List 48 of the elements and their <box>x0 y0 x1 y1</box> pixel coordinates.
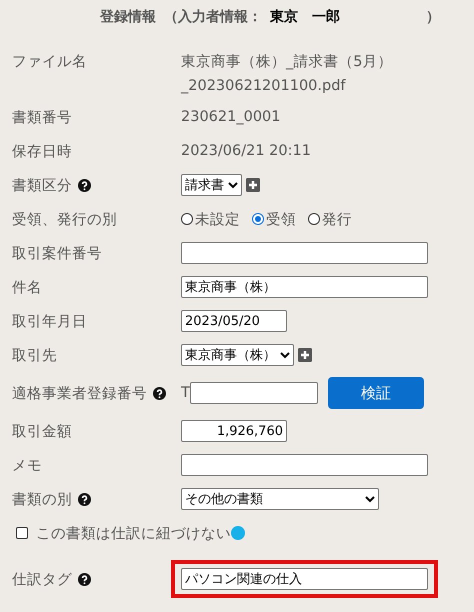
input-field[interactable] <box>181 242 428 264</box>
field-label: 取引年月日 <box>12 312 87 330</box>
help-icon[interactable] <box>78 178 91 192</box>
field-label: 件名 <box>12 278 42 296</box>
field-label: 受領、発行の別 <box>12 210 117 228</box>
field-label: 書類区分 <box>12 176 72 194</box>
field-value: 東京商事（株）_請求書（5月）_20230621201100.pdf <box>181 52 394 96</box>
input-field[interactable]: 東京商事（株） <box>181 276 428 298</box>
input-field[interactable]: 2023/05/20 <box>181 310 287 332</box>
input-field[interactable]: パソコン関連の仕入 <box>181 568 428 590</box>
field-label: 取引先 <box>12 346 57 364</box>
dropdown[interactable]: 請求書 <box>181 174 242 196</box>
caret-icon <box>365 496 375 502</box>
field-label: ファイル名 <box>12 53 87 72</box>
field-label: 書類の別 <box>12 490 72 508</box>
section-title: 登録情報 <box>100 8 156 26</box>
entry-user-label: （入力者情報： <box>164 8 262 26</box>
add-icon[interactable] <box>298 348 312 362</box>
field-label: 取引案件番号 <box>12 244 102 262</box>
field-value: 230621_0001 <box>181 109 281 125</box>
info-dot-icon[interactable] <box>231 526 245 540</box>
input-field[interactable]: 1,926,760 <box>181 420 287 442</box>
closing-bracket: ） <box>426 8 440 26</box>
field-label: 取引金額 <box>12 422 72 440</box>
add-icon[interactable] <box>246 178 260 192</box>
radio-option[interactable]: 発行 <box>308 210 352 228</box>
caret-icon <box>280 352 290 358</box>
prefix-label: T <box>181 385 190 401</box>
help-icon[interactable] <box>153 386 166 400</box>
user-name: 東京 一郎 <box>270 8 340 26</box>
field-label: 書類番号 <box>12 108 72 126</box>
field-label: メモ <box>12 456 42 474</box>
field-label: 保存日時 <box>12 142 72 160</box>
field-value: 2023/06/21 20:11 <box>181 143 311 159</box>
help-icon[interactable] <box>78 572 91 586</box>
field-label: 仕訳タグ <box>12 570 72 588</box>
caret-icon <box>228 182 238 188</box>
input-field[interactable] <box>190 382 318 404</box>
radio-option[interactable]: 未設定 <box>181 210 240 228</box>
dropdown[interactable]: 東京商事（株） <box>181 344 294 366</box>
field-label: 適格事業者登録番号 <box>12 384 147 402</box>
checkbox[interactable] <box>16 527 28 539</box>
radio-option[interactable]: 受領 <box>252 210 296 228</box>
help-icon[interactable] <box>78 492 91 506</box>
checkbox-label: この書類は仕訳に紐づけない <box>36 524 231 542</box>
verify-button[interactable]: 検証 <box>328 377 424 409</box>
dropdown[interactable]: その他の書類 <box>181 488 379 510</box>
input-field[interactable] <box>181 454 428 476</box>
